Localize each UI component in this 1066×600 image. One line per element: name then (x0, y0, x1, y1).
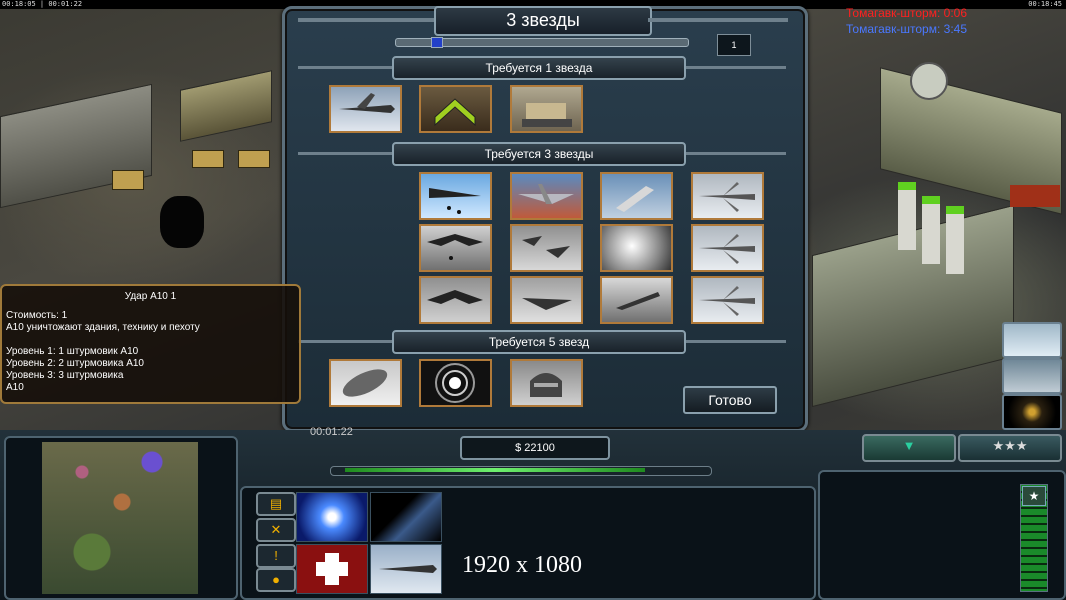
jet-strike-icon[interactable] (600, 276, 673, 324)
vehicle[interactable] (192, 150, 224, 168)
a10-attack-icon[interactable] (510, 172, 583, 220)
missile-icon[interactable] (1002, 358, 1062, 394)
power-fill (345, 468, 645, 472)
general-rank-button[interactable]: ★★★ (958, 434, 1062, 462)
game-clock-left: 00:18:05 | 00:01:22 (2, 0, 83, 8)
section-header-3-stars: Требуется 3 звезды (392, 142, 686, 166)
title-rail (298, 18, 434, 22)
game-clock-right: 00:18:45 (1028, 0, 1062, 8)
upgrade-chevron-icon[interactable] (419, 85, 492, 133)
jet-fighter-icon[interactable] (691, 172, 764, 220)
wrench-repair-icon[interactable] (600, 172, 673, 220)
chimney[interactable] (946, 206, 964, 274)
jet-fighter-icon[interactable] (691, 276, 764, 324)
section-divider (298, 152, 392, 155)
buildings-red[interactable] (1010, 185, 1060, 207)
alert-icon[interactable]: ! (256, 544, 296, 568)
dialog-title: 3 звезды (434, 6, 652, 36)
chat-icon[interactable]: ● (256, 568, 296, 592)
vehicle[interactable] (112, 170, 144, 190)
target-icon[interactable] (1002, 394, 1062, 430)
tools-icon[interactable]: ✕ (256, 518, 296, 542)
bomber-drop-icon[interactable] (419, 172, 492, 220)
collapse-button[interactable]: ▼ (862, 434, 956, 462)
bulldozer-icon[interactable] (510, 85, 583, 133)
done-button[interactable]: Готово (683, 386, 777, 414)
barracks[interactable] (180, 70, 272, 142)
radar-dish[interactable] (910, 62, 948, 100)
enemy-unit[interactable] (160, 196, 204, 248)
rank-points-box: 1 (717, 34, 751, 56)
section-header-5-stars: Требуется 5 звезд (392, 330, 686, 354)
section-divider (686, 152, 786, 155)
section-divider (686, 66, 786, 69)
stealth-bomber-icon[interactable] (1002, 322, 1062, 358)
drone-icon[interactable] (370, 544, 442, 594)
structures-icon[interactable]: ▤ (256, 492, 296, 516)
superweapon-timer: Томагавк-шторм: 0:06 (846, 6, 968, 20)
stealth-bomber-icon[interactable] (419, 224, 492, 272)
tooltip-body: Стоимость: 1 A10 уничтожают здания, техн… (6, 310, 200, 393)
slider-knob[interactable] (431, 37, 443, 48)
vehicle[interactable] (238, 150, 270, 168)
satellite-icon[interactable] (370, 492, 442, 542)
chimney[interactable] (898, 182, 916, 250)
title-rail (648, 18, 788, 22)
medic-icon[interactable] (296, 544, 368, 594)
minimap[interactable] (42, 442, 198, 594)
superweapon-timer: Томагавк-шторм: 3:45 (846, 22, 968, 36)
money-display: $ 22100 (460, 436, 610, 460)
section-divider (298, 66, 392, 69)
bomb-icon[interactable] (329, 359, 402, 407)
jet-fighter-icon[interactable] (691, 224, 764, 272)
nuclear-icon[interactable] (296, 492, 368, 542)
section-divider (298, 340, 392, 343)
tooltip-title: Удар A10 1 (124, 291, 177, 302)
jet-squadron-icon[interactable] (510, 224, 583, 272)
resolution-label: 1920 x 1080 (462, 552, 582, 578)
explosion-icon[interactable] (600, 224, 673, 272)
rank-emblem-icon: ★ (1022, 486, 1046, 506)
section-divider (686, 340, 786, 343)
ability-tooltip: Удар A10 1 Стоимость: 1 A10 уничтожают з… (0, 284, 301, 404)
minimap-time: 00:01:22 (310, 426, 353, 438)
twin-jet-icon[interactable] (510, 276, 583, 324)
emp-pulse-icon[interactable] (419, 359, 492, 407)
chimney[interactable] (922, 196, 940, 264)
stealth-bomber-icon[interactable] (419, 276, 492, 324)
helmet-icon[interactable] (510, 359, 583, 407)
section-header-1-star: Требуется 1 звезда (392, 56, 686, 80)
drone-icon[interactable] (329, 85, 402, 133)
